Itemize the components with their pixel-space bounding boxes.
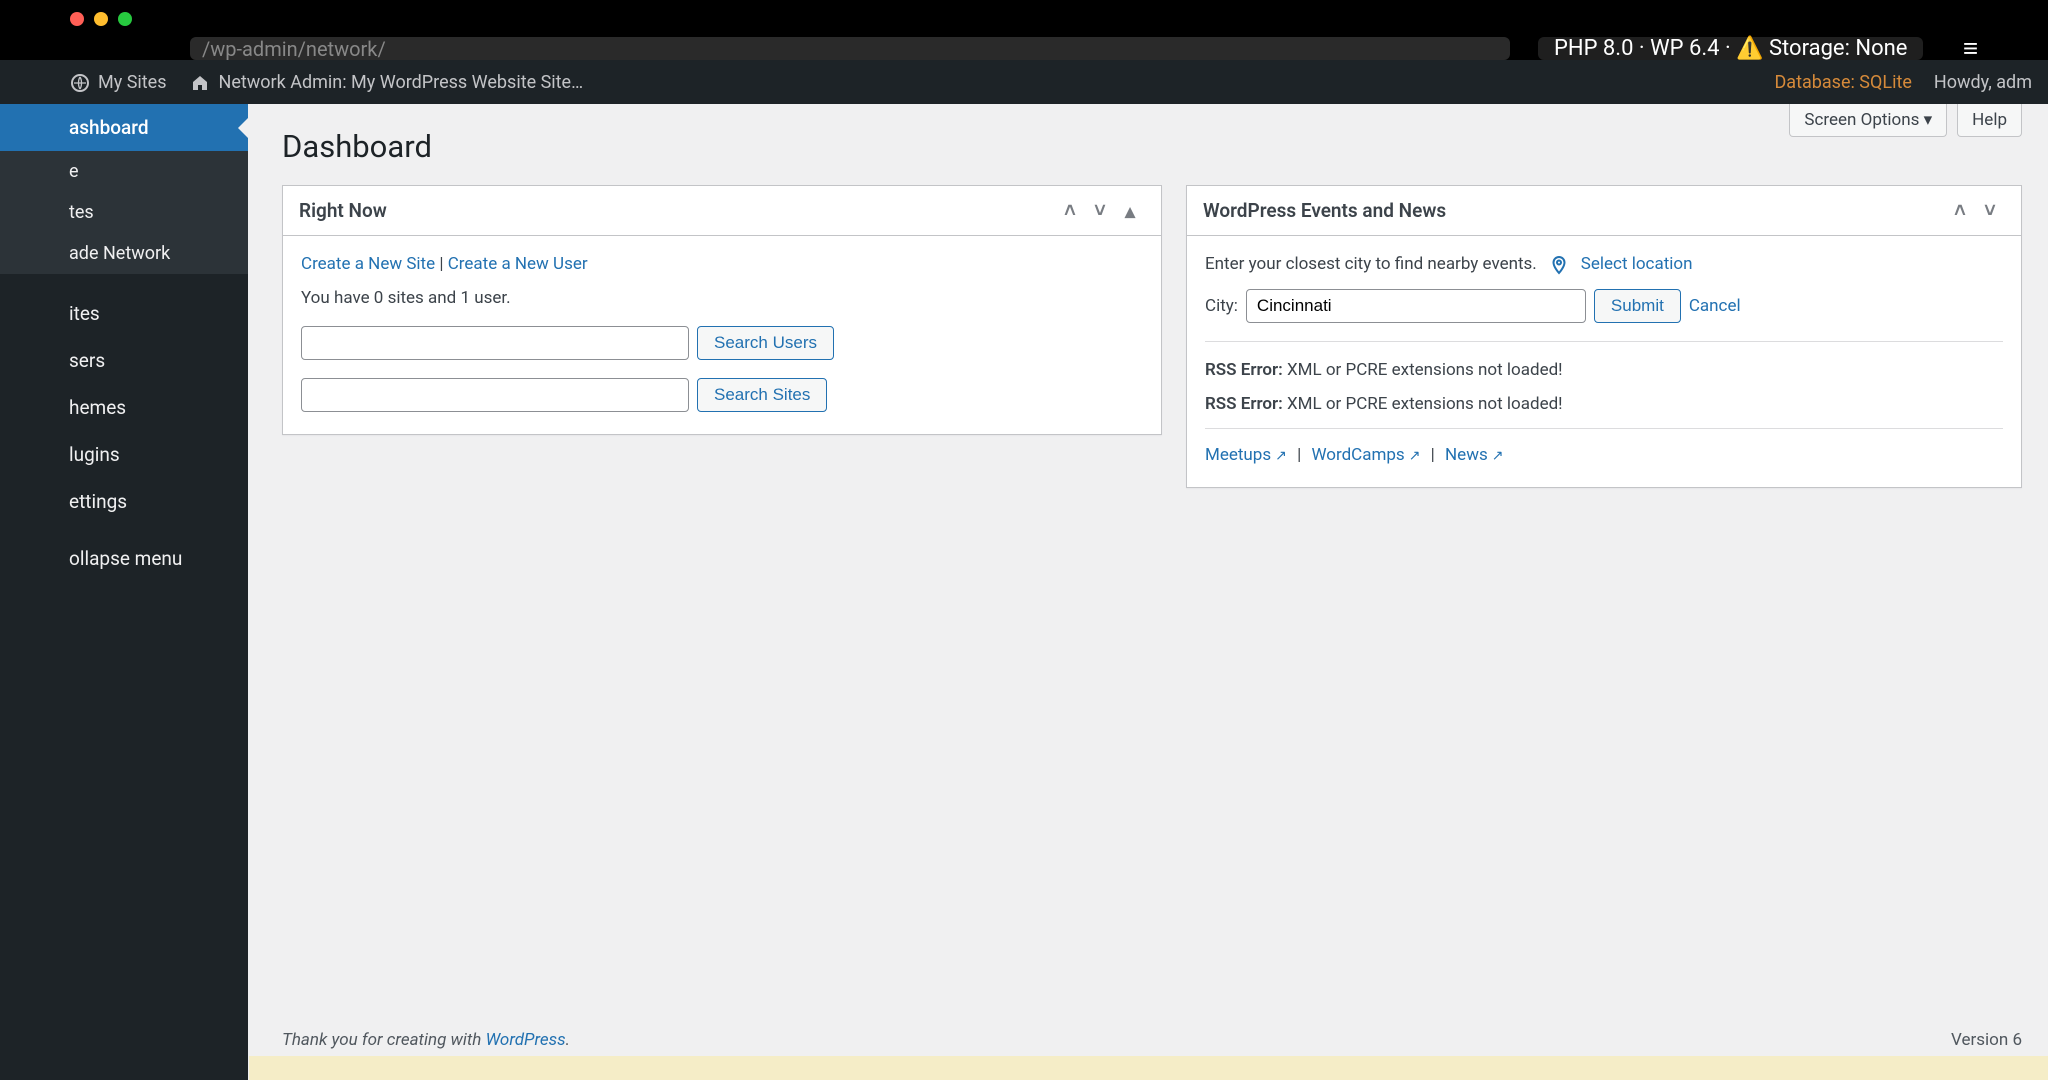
traffic-close-icon[interactable] xyxy=(70,12,84,26)
footer-thanks: Thank you for creating with xyxy=(282,1030,486,1050)
search-users-button[interactable]: Search Users xyxy=(697,326,834,360)
sidebar-sub-upgrade[interactable]: ade Network xyxy=(0,233,248,274)
browser-urlbar-row: /wp-admin/network/ PHP 8.0 · WP 6.4 · ⚠️… xyxy=(0,37,2048,60)
meetups-link[interactable]: Meetups xyxy=(1205,445,1271,465)
sidebar-sub-home[interactable]: e xyxy=(0,151,248,192)
sidebar-item-dashboard[interactable]: ashboard xyxy=(0,104,248,151)
rss-error-label: RSS Error: xyxy=(1205,394,1283,414)
sidebar-collapse[interactable]: ollapse menu xyxy=(0,535,248,582)
widget-events-title: WordPress Events and News xyxy=(1203,199,1446,222)
wordcamps-link[interactable]: WordCamps xyxy=(1311,445,1404,465)
separator: | xyxy=(1431,445,1435,465)
traffic-min-icon[interactable] xyxy=(94,12,108,26)
chevron-down-icon[interactable]: ˅ xyxy=(1975,198,2005,223)
city-label: City: xyxy=(1205,296,1238,316)
chevron-up-icon[interactable]: ˄ xyxy=(1055,198,1085,223)
sidebar-item-users[interactable]: sers xyxy=(0,337,248,384)
adminbar-network[interactable]: Network Admin: My WordPress Website Site… xyxy=(190,71,583,92)
url-display[interactable]: /wp-admin/network/ xyxy=(190,37,1510,60)
wp-admin-bar: My Sites Network Admin: My WordPress Web… xyxy=(0,60,2048,104)
bottom-notice-bar xyxy=(249,1056,2048,1080)
sidebar-item-settings[interactable]: ettings xyxy=(0,478,248,525)
rss-error-label: RSS Error: xyxy=(1205,360,1283,380)
news-link[interactable]: News xyxy=(1445,445,1488,465)
external-link-icon: ↗ xyxy=(1409,448,1421,464)
widget-right-now-title: Right Now xyxy=(299,199,387,222)
submit-button[interactable]: Submit xyxy=(1594,289,1681,323)
env-status-pill: PHP 8.0 · WP 6.4 · ⚠️ Storage: None xyxy=(1538,37,1923,60)
os-titlebar xyxy=(0,0,2048,37)
create-new-user-link[interactable]: Create a New User xyxy=(448,254,588,274)
city-input[interactable] xyxy=(1246,289,1586,323)
main-content: Screen Options ▾ Help Dashboard Right No… xyxy=(248,104,2048,1080)
screen-options-tab[interactable]: Screen Options ▾ xyxy=(1789,104,1947,137)
search-sites-input[interactable] xyxy=(301,378,689,412)
adminbar-mysites[interactable]: My Sites xyxy=(70,71,166,92)
page-title: Dashboard xyxy=(282,128,2022,165)
sites-users-count: You have 0 sites and 1 user. xyxy=(301,288,1143,308)
select-location-link[interactable]: Select location xyxy=(1581,254,1693,274)
separator: | xyxy=(439,254,447,274)
chevron-up-icon[interactable]: ˄ xyxy=(1945,198,1975,223)
wordpress-link[interactable]: WordPress xyxy=(486,1030,566,1050)
sidebar-item-sites[interactable]: ites xyxy=(0,290,248,337)
help-tab[interactable]: Help xyxy=(1957,104,2022,137)
adminbar-howdy[interactable]: Howdy, adm xyxy=(1934,72,2032,93)
traffic-max-icon[interactable] xyxy=(118,12,132,26)
cancel-link[interactable]: Cancel xyxy=(1689,296,1741,316)
adminbar-network-label: Network Admin: My WordPress Website Site… xyxy=(218,72,583,93)
admin-sidebar: ashboard e tes ade Network ites sers hem… xyxy=(0,104,248,1080)
footer-period: . xyxy=(566,1030,570,1050)
version-label: Version 6 xyxy=(1951,1030,2022,1050)
external-link-icon: ↗ xyxy=(1275,448,1287,464)
widget-events-news: WordPress Events and News ˄ ˅ Enter your… xyxy=(1186,185,2022,488)
create-new-site-link[interactable]: Create a New Site xyxy=(301,254,435,274)
events-intro-text: Enter your closest city to find nearby e… xyxy=(1205,254,1537,274)
separator: | xyxy=(1297,445,1301,465)
location-pin-icon[interactable] xyxy=(1549,254,1569,275)
caret-up-icon[interactable]: ▴ xyxy=(1115,199,1145,223)
adminbar-database[interactable]: Database: SQLite xyxy=(1774,72,1911,93)
admin-footer: Thank you for creating with WordPress. V… xyxy=(282,1030,2022,1050)
menu-icon[interactable]: ≡ xyxy=(1963,33,1978,64)
rss-error-message: XML or PCRE extensions not loaded! xyxy=(1287,360,1563,380)
adminbar-mysites-label: My Sites xyxy=(98,72,166,93)
sidebar-sub-sites[interactable]: tes xyxy=(0,192,248,233)
sidebar-item-themes[interactable]: hemes xyxy=(0,384,248,431)
sites-icon xyxy=(70,71,90,92)
rss-error-message: XML or PCRE extensions not loaded! xyxy=(1287,394,1563,414)
sidebar-item-plugins[interactable]: lugins xyxy=(0,431,248,478)
external-link-icon: ↗ xyxy=(1492,448,1504,464)
chevron-down-icon[interactable]: ˅ xyxy=(1085,198,1115,223)
search-users-input[interactable] xyxy=(301,326,689,360)
widget-right-now: Right Now ˄ ˅ ▴ Create a New Site | Crea… xyxy=(282,185,1162,435)
home-icon xyxy=(190,71,210,92)
search-sites-button[interactable]: Search Sites xyxy=(697,378,827,412)
